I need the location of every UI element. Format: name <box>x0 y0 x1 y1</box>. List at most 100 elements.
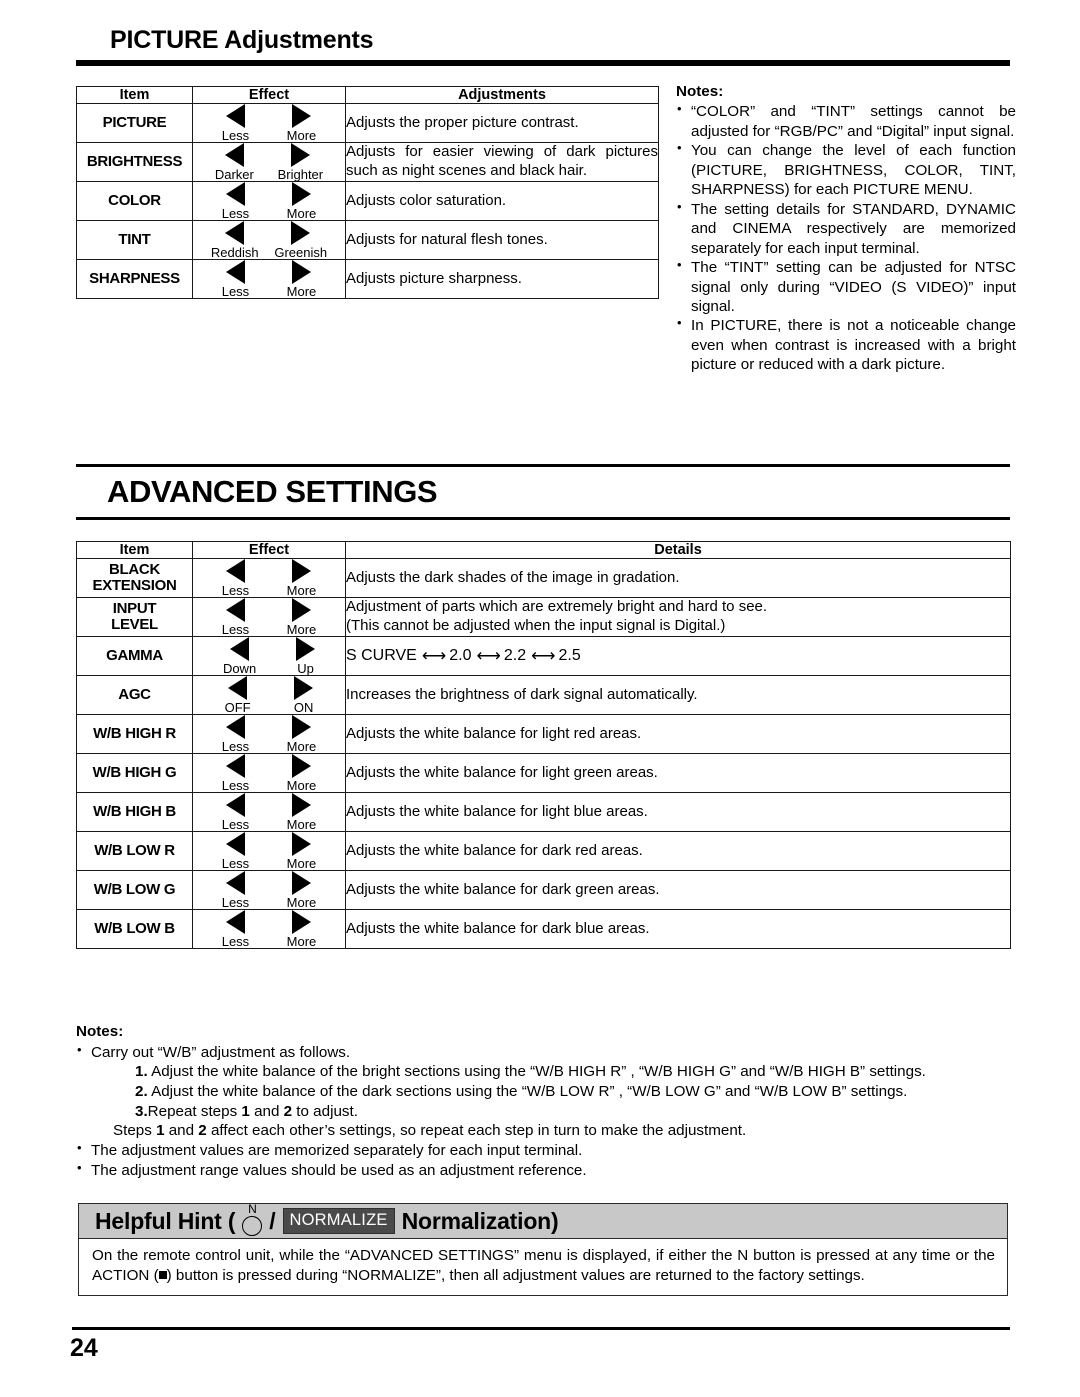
left-arrow-icon <box>225 260 245 284</box>
row-item-wb-high-r: W/B HIGH R <box>76 714 193 754</box>
list-item: In PICTURE, there is not a noticeable ch… <box>676 315 1016 374</box>
row-item-picture: PICTURE <box>76 103 193 143</box>
circle-shape <box>242 1216 263 1236</box>
row-detail: Adjusts color saturation. <box>345 181 659 221</box>
step-text: Adjust the white balance of the bright s… <box>151 1063 926 1081</box>
notes-heading: Notes: <box>76 1023 124 1040</box>
right-arrow-label: More <box>286 778 317 793</box>
row-item-black-extension: BLACK EXTENSION <box>76 558 193 598</box>
left-arrow-label: Less <box>221 284 250 299</box>
right-arrow-label: More <box>286 583 317 598</box>
table-row: W/B LOW B Less More Adjusts the white ba… <box>76 909 1011 949</box>
n-button-label: N <box>248 1202 257 1216</box>
hint-title-suffix: Normalization) <box>401 1207 559 1234</box>
step-ref-2: 2 <box>283 1102 293 1120</box>
col-header-effect: Effect <box>192 86 346 104</box>
list-item: You can change the level of each functio… <box>676 140 1016 199</box>
table-row: INPUT LEVEL Less More Adjustment of part… <box>76 597 1011 637</box>
double-arrow-icon: ⟷ <box>476 646 500 666</box>
right-arrow-label: Up <box>297 661 314 676</box>
list-item: “COLOR” and “TINT” settings cannot be ad… <box>676 101 1016 141</box>
col-header-item: Item <box>76 86 193 104</box>
row-item-sharpness: SHARPNESS <box>76 259 193 299</box>
right-arrow-icon <box>291 221 311 245</box>
list-item: The adjustment range values should be us… <box>76 1160 1016 1181</box>
row-item-brightness: BRIGHTNESS <box>76 142 193 182</box>
helpful-hint-header: Helpful Hint ( N / NORMALIZE Normalizati… <box>78 1202 1008 1239</box>
right-arrow-icon <box>291 559 311 583</box>
table-row: BLACK EXTENSION Less More Adjusts the da… <box>76 558 1011 598</box>
table-row: SHARPNESS Less More Adjusts picture shar… <box>76 259 659 299</box>
row-detail: Adjustment of parts which are extremely … <box>345 597 1011 637</box>
effect-cell: Down Up <box>192 636 346 676</box>
left-arrow-icon <box>225 715 245 739</box>
left-arrow-label: Less <box>221 622 250 637</box>
right-arrow-icon <box>291 871 311 895</box>
picture-notes: Notes: “COLOR” and “TINT” settings canno… <box>676 82 1016 375</box>
left-arrow-label: Less <box>221 206 250 221</box>
row-detail: Adjusts the white balance for light red … <box>345 714 1011 754</box>
left-arrow-icon <box>225 221 245 245</box>
step-number: 3. <box>135 1102 148 1120</box>
col-header-item: Item <box>76 541 193 559</box>
left-arrow-label: Less <box>221 778 250 793</box>
advanced-heading-rule-top <box>76 464 1010 469</box>
right-arrow-icon <box>291 910 311 934</box>
step-text-c: to adjust. <box>292 1102 358 1120</box>
effect-cell: Less More <box>192 831 346 871</box>
table-row: COLOR Less More Adjusts color saturation… <box>76 181 659 221</box>
right-arrow-label: More <box>286 284 317 299</box>
effect-cell: Less More <box>192 259 346 299</box>
row-detail: Adjusts for easier viewing of dark pictu… <box>345 142 659 182</box>
row-detail: Adjusts the white balance for light gree… <box>345 753 1011 793</box>
notes-list: “COLOR” and “TINT” settings cannot be ad… <box>676 101 1016 374</box>
row-detail: Adjusts the dark shades of the image in … <box>345 558 1011 598</box>
row-item-agc: AGC <box>76 675 193 715</box>
summary-ref-1: 1 <box>156 1122 165 1140</box>
gamma-value-1: 2.0 <box>449 646 472 664</box>
table-row: W/B HIGH B Less More Adjusts the white b… <box>76 792 1011 832</box>
row-item-tint: TINT <box>76 220 193 260</box>
section-title-picture-adjustments: PICTURE Adjustments <box>110 26 374 54</box>
right-arrow-label: More <box>286 817 317 832</box>
step-3: 3.Repeat steps 1 and 2 to adjust. <box>135 1102 1016 1122</box>
section-title-advanced-settings: ADVANCED SETTINGS <box>107 474 438 509</box>
table-row: W/B LOW R Less More Adjusts the white ba… <box>76 831 1011 871</box>
left-arrow-icon <box>225 598 245 622</box>
effect-cell: Less More <box>192 714 346 754</box>
effect-cell: Reddish Greenish <box>192 220 346 260</box>
row-item-color: COLOR <box>76 181 193 221</box>
table-row: AGC OFF ON Increases the brightness of d… <box>76 675 1011 715</box>
right-arrow-label: More <box>286 206 317 221</box>
helpful-hint-body: On the remote control unit, while the “A… <box>78 1239 1008 1296</box>
step-1: 1. Adjust the white balance of the brigh… <box>135 1062 1016 1082</box>
effect-cell: Less More <box>192 597 346 637</box>
row-item-wb-high-b: W/B HIGH B <box>76 792 193 832</box>
note-text: Carry out “W/B” adjustment as follows. <box>91 1043 351 1061</box>
left-arrow-label: Less <box>221 895 250 910</box>
effect-cell: OFF ON <box>192 675 346 715</box>
left-arrow-label: Down <box>222 661 257 676</box>
left-arrow-icon <box>225 871 245 895</box>
row-detail-gamma: S CURVE ⟷ 2.0 ⟷ 2.2 ⟷ 2.5 <box>345 636 1011 676</box>
right-arrow-label: ON <box>293 700 314 715</box>
table-row: GAMMA Down Up S CURVE ⟷ 2.0 ⟷ 2.2 ⟷ 2.5 <box>76 636 1011 676</box>
row-item-input-level: INPUT LEVEL <box>76 597 193 637</box>
row-item-wb-high-g: W/B HIGH G <box>76 753 193 793</box>
effect-cell: Less More <box>192 753 346 793</box>
left-arrow-icon <box>225 559 245 583</box>
col-header-details: Details <box>345 541 1011 559</box>
right-arrow-label: More <box>286 622 317 637</box>
row-item-wb-low-g: W/B LOW G <box>76 870 193 910</box>
double-arrow-icon: ⟷ <box>421 646 446 666</box>
effect-cell: Less More <box>192 870 346 910</box>
notes-list: Carry out “W/B” adjustment as follows. 1… <box>76 1042 1016 1181</box>
row-item-gamma: GAMMA <box>76 636 193 676</box>
gamma-value-3: 2.5 <box>558 646 581 664</box>
right-arrow-label: More <box>286 739 317 754</box>
row-item-wb-low-r: W/B LOW R <box>76 831 193 871</box>
right-arrow-icon <box>291 598 311 622</box>
list-item: Carry out “W/B” adjustment as follows. 1… <box>76 1042 1016 1141</box>
right-arrow-icon <box>291 715 311 739</box>
advanced-notes: Notes: Carry out “W/B” adjustment as fol… <box>76 1022 1016 1181</box>
